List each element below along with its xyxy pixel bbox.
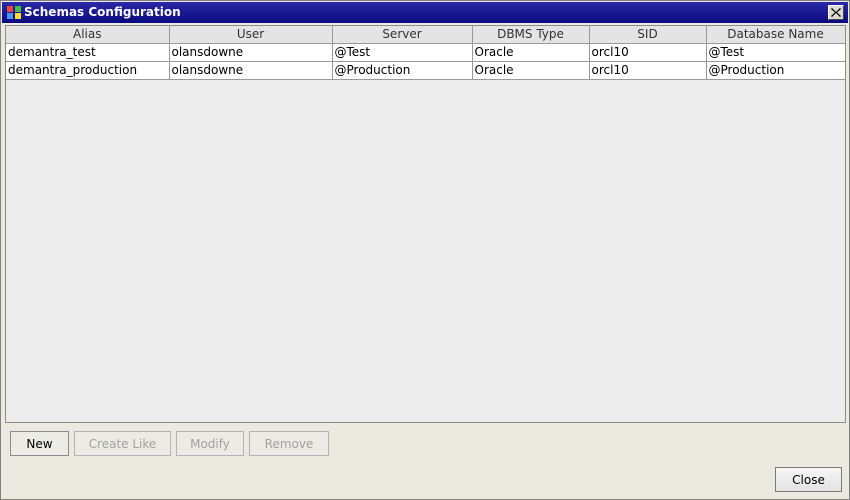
table-header-row: Alias User Server DBMS Type SID Database… xyxy=(6,26,845,44)
column-header-alias[interactable]: Alias xyxy=(6,26,170,44)
window-title: Schemas Configuration xyxy=(24,5,181,19)
cell-sid[interactable]: orcl10 xyxy=(589,61,707,80)
column-header-user[interactable]: User xyxy=(169,26,333,44)
cell-user[interactable]: olansdowne xyxy=(169,61,333,80)
cell-user[interactable]: olansdowne xyxy=(169,43,333,62)
column-header-sid[interactable]: SID xyxy=(589,26,707,44)
cell-dbms-type[interactable]: Oracle xyxy=(472,61,590,80)
cell-alias[interactable]: demantra_production xyxy=(6,61,170,80)
cell-server[interactable]: @Production xyxy=(332,61,473,80)
column-header-server[interactable]: Server xyxy=(332,26,473,44)
column-header-database-name[interactable]: Database Name xyxy=(706,26,845,44)
cell-database-name[interactable]: @Test xyxy=(706,43,845,62)
close-icon[interactable] xyxy=(828,5,844,20)
schemas-configuration-window: Schemas Configuration Alias User Server xyxy=(0,0,850,500)
app-window-icon xyxy=(7,6,21,19)
create-like-button[interactable]: Create Like xyxy=(74,431,171,456)
schemas-table-area[interactable]: Alias User Server DBMS Type SID Database… xyxy=(5,25,846,423)
cell-sid[interactable]: orcl10 xyxy=(589,43,707,62)
cell-alias[interactable]: demantra_test xyxy=(6,43,170,62)
table-row[interactable]: demantra_test olansdowne @Test Oracle or… xyxy=(6,43,845,62)
table-row[interactable]: demantra_production olansdowne @Producti… xyxy=(6,61,845,80)
remove-button[interactable]: Remove xyxy=(249,431,329,456)
modify-button[interactable]: Modify xyxy=(176,431,244,456)
schemas-table: Alias User Server DBMS Type SID Database… xyxy=(6,26,845,80)
close-x-glyph xyxy=(831,8,841,17)
cell-dbms-type[interactable]: Oracle xyxy=(472,43,590,62)
close-button[interactable]: Close xyxy=(775,467,842,492)
cell-database-name[interactable]: @Production xyxy=(706,61,845,80)
new-button[interactable]: New xyxy=(10,431,69,456)
cell-server[interactable]: @Test xyxy=(332,43,473,62)
title-bar[interactable]: Schemas Configuration xyxy=(2,2,848,23)
column-header-dbms-type[interactable]: DBMS Type xyxy=(472,26,590,44)
